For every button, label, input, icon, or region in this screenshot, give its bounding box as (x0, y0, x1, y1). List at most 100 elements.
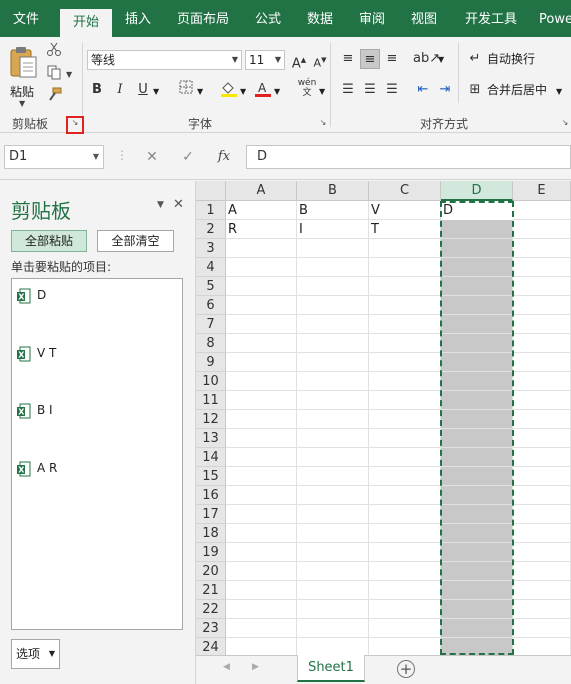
font-dialog-launcher-icon[interactable]: ↘ (318, 118, 328, 128)
cell[interactable] (297, 296, 369, 315)
row-header[interactable]: 9 (196, 353, 226, 372)
tab-6[interactable]: 审阅 (352, 0, 392, 37)
cell[interactable] (297, 353, 369, 372)
cell[interactable] (226, 619, 297, 638)
cell[interactable] (369, 638, 441, 655)
column-header-d[interactable]: D (441, 181, 513, 201)
row-header[interactable]: 10 (196, 372, 226, 391)
cell[interactable] (297, 315, 369, 334)
cell[interactable] (297, 372, 369, 391)
cell[interactable] (369, 581, 441, 600)
cell[interactable] (369, 258, 441, 277)
cell[interactable] (226, 429, 297, 448)
cell[interactable] (369, 619, 441, 638)
cell[interactable]: B (297, 201, 369, 220)
cell[interactable] (513, 448, 571, 467)
font-color-dropdown-icon[interactable]: ▼ (274, 87, 280, 96)
cell[interactable] (226, 543, 297, 562)
cell[interactable] (226, 258, 297, 277)
paste-dropdown-icon[interactable]: ▼ (19, 99, 25, 108)
tab-4[interactable]: 公式 (248, 0, 288, 37)
worksheet-grid[interactable]: A B C D E 1 A B V 2 R I T 3 4 5 6 7 8 9 10 11 12 13 14 15 16 17 18 19… (196, 181, 571, 655)
borders-icon[interactable] (176, 80, 196, 100)
align-right-icon[interactable]: ☰ (382, 80, 402, 100)
cell[interactable] (226, 277, 297, 296)
clipboard-item[interactable]: XB I (17, 400, 53, 420)
enter-icon[interactable]: ✓ (177, 145, 199, 169)
cell[interactable] (226, 448, 297, 467)
row-header[interactable]: 6 (196, 296, 226, 315)
cell[interactable] (297, 334, 369, 353)
orientation-icon[interactable]: ab↗ (413, 49, 440, 69)
cell[interactable] (369, 505, 441, 524)
cell[interactable] (513, 277, 571, 296)
prev-sheet-icon[interactable]: ◀ (223, 662, 230, 672)
cell[interactable] (369, 277, 441, 296)
cell[interactable] (297, 486, 369, 505)
cell[interactable] (513, 524, 571, 543)
cell[interactable] (513, 600, 571, 619)
cell[interactable] (369, 391, 441, 410)
fill-color-icon[interactable] (219, 80, 239, 100)
cell[interactable] (297, 543, 369, 562)
row-header[interactable]: 15 (196, 467, 226, 486)
formula-input[interactable]: D (246, 145, 571, 169)
cell[interactable] (226, 562, 297, 581)
cell[interactable] (226, 505, 297, 524)
cell[interactable] (513, 486, 571, 505)
cell[interactable] (297, 467, 369, 486)
cell[interactable] (513, 353, 571, 372)
insert-function-icon[interactable]: fx (213, 145, 235, 169)
column-header-b[interactable]: B (297, 181, 369, 201)
cell[interactable] (369, 429, 441, 448)
cell[interactable] (226, 315, 297, 334)
cell[interactable] (226, 372, 297, 391)
clipboard-item[interactable]: XV T (17, 343, 56, 363)
italic-button[interactable]: I (110, 80, 130, 100)
cell[interactable] (513, 505, 571, 524)
merge-center-icon[interactable]: ⊞ (465, 80, 485, 100)
row-header[interactable]: 18 (196, 524, 226, 543)
row-header[interactable]: 23 (196, 619, 226, 638)
cell[interactable] (513, 315, 571, 334)
decrease-font-size-icon[interactable]: A▼ (310, 50, 330, 70)
cell[interactable] (369, 524, 441, 543)
wrap-text-label[interactable]: 自动换行 (487, 49, 535, 69)
cell[interactable] (369, 296, 441, 315)
row-header[interactable]: 12 (196, 410, 226, 429)
tab-7[interactable]: 视图 (404, 0, 444, 37)
decrease-indent-icon[interactable]: ⇤ (413, 80, 433, 100)
cell[interactable] (369, 353, 441, 372)
cell[interactable] (297, 505, 369, 524)
clipboard-item[interactable]: XD (17, 285, 46, 305)
row-header[interactable]: 14 (196, 448, 226, 467)
select-all-corner[interactable] (196, 181, 226, 201)
cell[interactable] (297, 638, 369, 655)
row-header[interactable]: 21 (196, 581, 226, 600)
cell[interactable] (297, 448, 369, 467)
tab-9[interactable]: Powe (538, 0, 571, 37)
tab-8[interactable]: 开发工具 (456, 0, 526, 37)
format-painter-icon[interactable] (44, 87, 64, 107)
align-top-icon[interactable]: ≡ (338, 49, 358, 69)
column-header-a[interactable]: A (226, 181, 297, 201)
underline-button[interactable]: U (133, 80, 153, 100)
cell[interactable] (297, 391, 369, 410)
cell[interactable] (369, 334, 441, 353)
cell[interactable] (369, 600, 441, 619)
tab-1[interactable]: 开始 (60, 9, 112, 37)
cell[interactable] (226, 410, 297, 429)
bold-button[interactable]: B (87, 80, 107, 100)
row-header[interactable]: 1 (196, 201, 226, 220)
cell[interactable] (369, 448, 441, 467)
options-button[interactable]: 选项 ▼ (11, 639, 60, 669)
paste-all-button[interactable]: 全部粘贴 (11, 230, 87, 252)
cell[interactable] (297, 600, 369, 619)
row-header[interactable]: 19 (196, 543, 226, 562)
tab-0[interactable]: 文件 (0, 0, 52, 37)
cell[interactable] (297, 429, 369, 448)
cell[interactable] (513, 429, 571, 448)
cell[interactable] (297, 258, 369, 277)
name-box[interactable]: D1 ▼ (4, 145, 104, 169)
cell[interactable]: T (369, 220, 441, 239)
